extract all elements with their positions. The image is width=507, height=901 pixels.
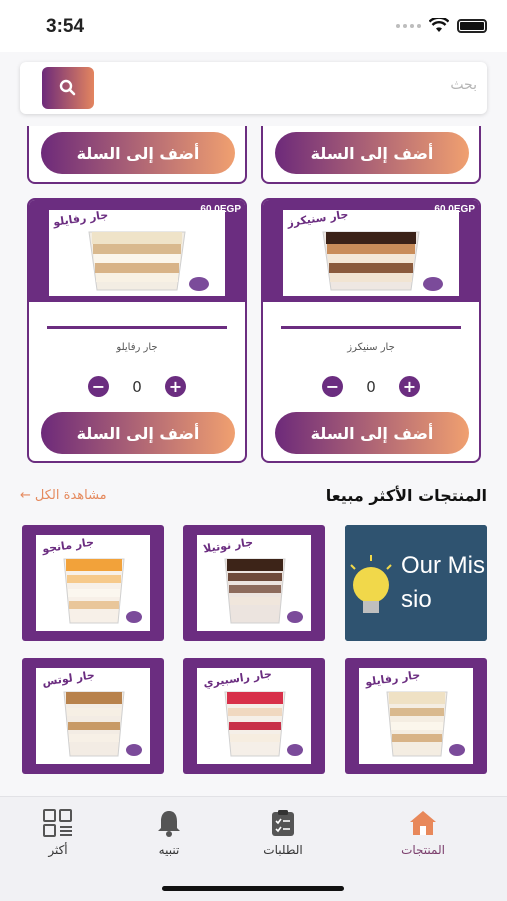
see-all-label: مشاهدة الكل [34, 488, 107, 503]
tab-products[interactable]: المنتجات [378, 809, 468, 857]
see-all-link[interactable]: ← مشاهدة الكل [20, 488, 107, 503]
section-title: المنتجات الأكثر مبيعا [325, 486, 487, 505]
tab-label: تنبيه [158, 843, 180, 857]
clipboard-icon [272, 810, 294, 836]
product-image: جار رفايلو [49, 208, 225, 296]
decrease-button[interactable]: − [322, 376, 343, 397]
product-image-frame: 60.0EGP جار رفايلو [29, 200, 245, 302]
add-to-cart-button[interactable]: أضف إلى السلة [275, 412, 469, 454]
signal-icon [396, 23, 421, 28]
status-bar: 3:54 [0, 0, 507, 52]
quantity-value: 0 [366, 377, 376, 396]
home-icon [410, 811, 436, 835]
best-sellers-header: المنتجات الأكثر مبيعا ← مشاهدة الكل [20, 484, 487, 510]
product-card-snickers[interactable]: 60.0EGP جار سنيكرز جار سنيكرز − 0 + [261, 198, 481, 463]
tab-notifications[interactable]: تنبيه [124, 809, 214, 857]
search-bar[interactable]: بحث [20, 62, 487, 114]
best-seller-tile[interactable]: جار راسبيري [183, 658, 325, 774]
tab-label: المنتجات [401, 843, 445, 857]
tab-orders[interactable]: الطلبات [238, 809, 328, 857]
add-to-cart-button[interactable]: أضف إلى السلة [41, 132, 235, 174]
tab-label: أكثر [48, 843, 68, 857]
decrease-button[interactable]: − [88, 376, 109, 397]
best-seller-tile[interactable]: جار لوتس [22, 658, 164, 774]
home-indicator [162, 886, 344, 891]
product-name: جار سنيكرز [347, 342, 395, 353]
divider [281, 326, 461, 329]
mission-tile[interactable]: Our Missio [345, 525, 487, 641]
increase-button[interactable]: + [399, 376, 420, 397]
product-card: أضف إلى السلة [27, 126, 247, 184]
divider [47, 326, 227, 329]
product-image: جار سنيكرز [283, 208, 459, 296]
product-image-frame: 60.0EGP جار سنيكرز [263, 200, 479, 302]
mission-text: Our Missio [401, 552, 485, 613]
arrow-left-icon: ← [20, 488, 31, 503]
product-card: أضف إلى السلة [261, 126, 481, 184]
search-icon [59, 79, 76, 96]
quantity-stepper: − 0 + [29, 376, 245, 397]
search-input[interactable]: بحث [450, 77, 477, 93]
tab-label: الطلبات [263, 843, 303, 857]
tab-more[interactable]: أكثر [13, 809, 103, 857]
product-grid: أضف إلى السلة أضف إلى السلة 60.0EGP جار … [0, 126, 507, 468]
product-card-raffaello[interactable]: 60.0EGP جار رفايلو جار رفايلو − 0 + [27, 198, 247, 463]
quantity-value: 0 [132, 377, 142, 396]
battery-icon [457, 18, 487, 33]
increase-button[interactable]: + [165, 376, 186, 397]
status-time: 3:54 [46, 16, 85, 37]
best-seller-tile[interactable]: جار مانجو [22, 525, 164, 641]
best-seller-tile[interactable]: جار نوتيلا [183, 525, 325, 641]
bell-icon [158, 811, 180, 837]
quantity-stepper: − 0 + [263, 376, 479, 397]
search-button[interactable] [42, 67, 94, 109]
best-seller-tile[interactable]: جار رفايلو [345, 658, 487, 774]
add-to-cart-button[interactable]: أضف إلى السلة [275, 132, 469, 174]
wifi-icon [429, 18, 449, 32]
grid-icon [43, 809, 72, 837]
add-to-cart-button[interactable]: أضف إلى السلة [41, 412, 235, 454]
product-name: جار رفايلو [116, 342, 158, 353]
